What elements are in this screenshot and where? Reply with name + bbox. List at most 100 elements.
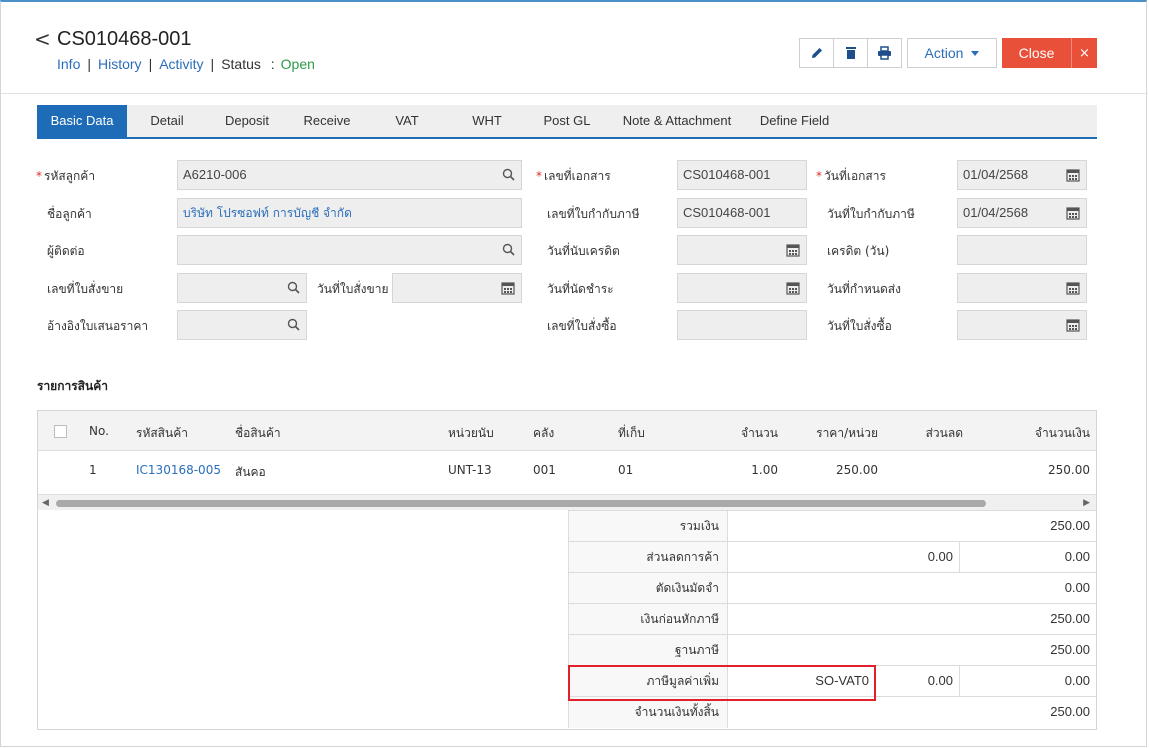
table-row[interactable]: 1 IC130168-005 สันคอ UNT-13 001 01 1.00 … — [38, 451, 1096, 494]
trade-discount-input[interactable]: 0.00 — [728, 542, 960, 573]
scroll-right-arrow-icon[interactable]: ▶ — [1083, 498, 1090, 508]
horizontal-scrollbar[interactable]: ◀ ▶ — [38, 494, 1096, 510]
po-date-field[interactable] — [957, 310, 1087, 340]
row-unit: UNT-13 — [448, 463, 492, 477]
tax-base-value: 250.00 — [1050, 642, 1090, 657]
col-header-price[interactable]: ราคา/หน่วย — [798, 424, 878, 443]
tab-note-attachment[interactable]: Note & Attachment — [612, 105, 742, 137]
trash-icon — [845, 47, 856, 59]
tab-bar: Basic Data Detail Deposit Receive VAT WH… — [37, 105, 1097, 139]
row-item-code-link[interactable]: IC130168-005 — [136, 463, 221, 477]
customer-code-field[interactable]: A6210-006 — [177, 160, 522, 190]
doc-date-value: 01/04/2568 — [963, 167, 1029, 182]
col-header-location[interactable]: ที่เก็บ — [618, 424, 645, 443]
delivery-date-field[interactable] — [957, 273, 1087, 303]
document-window: < CS010468-001 Info | History | Activity | Sta… — [0, 0, 1148, 747]
customer-name-label: ชื่อลูกค้า — [47, 207, 92, 221]
credit-count-date-field[interactable] — [677, 235, 807, 265]
print-button[interactable] — [867, 38, 902, 68]
doc-date-label-text: วันที่เอกสาร — [824, 169, 886, 183]
tab-vat[interactable]: VAT — [367, 105, 447, 137]
calendar-icon[interactable] — [1066, 168, 1080, 182]
quotation-ref-field[interactable] — [177, 310, 307, 340]
tab-basic-data[interactable]: Basic Data — [37, 105, 127, 139]
vat-row-highlight-box — [568, 665, 876, 701]
page-title: CS010468-001 — [57, 28, 192, 50]
doc-no-field[interactable]: CS010468-001 — [677, 160, 807, 190]
close-x-icon[interactable]: × — [1071, 38, 1097, 68]
search-icon[interactable] — [502, 243, 515, 256]
tax-invoice-date-field[interactable]: 01/04/2568 — [957, 198, 1087, 228]
tab-define-field[interactable]: Define Field — [747, 105, 842, 137]
action-dropdown-button[interactable]: Action — [907, 38, 997, 68]
scroll-left-arrow-icon[interactable]: ◀ — [42, 498, 49, 508]
col-header-no[interactable]: No. — [89, 424, 109, 438]
calendar-icon[interactable] — [501, 281, 515, 295]
po-no-field[interactable] — [677, 310, 807, 340]
printer-icon — [878, 46, 891, 60]
tax-invoice-no-field[interactable]: CS010468-001 — [677, 198, 807, 228]
link-separator: | — [148, 56, 153, 72]
contact-label: ผู้ติดต่อ — [47, 244, 85, 258]
header-links: Info | History | Activity | Status : Open — [57, 56, 315, 72]
calendar-icon[interactable] — [1066, 281, 1080, 295]
credit-days-field[interactable] — [957, 235, 1087, 265]
col-header-amount[interactable]: จำนวนเงิน — [998, 424, 1090, 443]
totals-row-before-tax: เงินก่อนหักภาษี 250.00 — [568, 603, 1096, 635]
edit-button[interactable] — [799, 38, 834, 68]
before-tax-value: 250.00 — [1050, 611, 1090, 626]
customer-name-field[interactable]: บริษัท โปรซอฟท์ การบัญชี จำกัด — [177, 198, 522, 228]
tab-receive[interactable]: Receive — [287, 105, 367, 137]
subtotal-value: 250.00 — [1050, 518, 1090, 533]
status-label: Status — [221, 56, 261, 72]
delete-button[interactable] — [833, 38, 868, 68]
totals-row-tax-base: ฐานภาษี 250.00 — [568, 634, 1096, 666]
col-header-discount[interactable]: ส่วนลด — [903, 424, 963, 443]
tab-post-gl[interactable]: Post GL — [527, 105, 607, 137]
totals-row-deposit: ตัดเงินมัดจำ 0.00 — [568, 572, 1096, 604]
calendar-icon[interactable] — [1066, 206, 1080, 220]
due-date-field[interactable] — [677, 273, 807, 303]
activity-link[interactable]: Activity — [159, 56, 203, 72]
search-icon[interactable] — [287, 281, 300, 294]
calendar-icon[interactable] — [786, 281, 800, 295]
po-no-label: เลขที่ใบสั่งซื้อ — [547, 319, 617, 333]
row-item-name: สันคอ — [235, 465, 266, 479]
calendar-icon[interactable] — [786, 243, 800, 257]
so-date-field[interactable] — [392, 273, 522, 303]
deposit-value: 0.00 — [1064, 580, 1090, 595]
so-no-field[interactable] — [177, 273, 307, 303]
po-date-label: วันที่ใบสั่งซื้อ — [827, 319, 892, 333]
so-no-label: เลขที่ใบสั่งขาย — [47, 282, 124, 296]
doc-no-label-text: เลขที่เอกสาร — [544, 169, 611, 183]
status-badge: Open — [280, 56, 315, 72]
delivery-date-label: วันที่กำหนดส่ง — [827, 282, 901, 296]
tab-wht[interactable]: WHT — [447, 105, 527, 137]
back-chevron-icon[interactable]: < — [34, 29, 51, 49]
info-link[interactable]: Info — [57, 56, 80, 72]
contact-field[interactable] — [177, 235, 522, 265]
select-all-checkbox[interactable] — [54, 425, 67, 438]
required-marker: * — [36, 169, 42, 183]
col-header-code[interactable]: รหัสสินค้า — [136, 424, 188, 443]
totals-row-subtotal: รวมเงิน 250.00 — [568, 510, 1096, 542]
doc-date-field[interactable]: 01/04/2568 — [957, 160, 1087, 190]
close-button[interactable]: Close — [1002, 38, 1071, 68]
scrollbar-thumb[interactable] — [56, 500, 986, 507]
doc-no-label: * เลขที่เอกสาร — [536, 167, 611, 186]
items-grid-header: No. รหัสสินค้า ชื่อสินค้า หน่วยนับ คลัง … — [38, 411, 1096, 451]
col-header-qty[interactable]: จำนวน — [718, 424, 778, 443]
tab-deposit[interactable]: Deposit — [207, 105, 287, 137]
row-qty: 1.00 — [751, 463, 778, 477]
calendar-icon[interactable] — [1066, 318, 1080, 332]
search-icon[interactable] — [287, 318, 300, 331]
col-header-warehouse[interactable]: คลัง — [533, 424, 554, 443]
col-header-name[interactable]: ชื่อสินค้า — [235, 424, 281, 443]
required-marker: * — [536, 169, 542, 183]
tab-detail[interactable]: Detail — [127, 105, 207, 137]
col-header-unit[interactable]: หน่วยนับ — [448, 424, 494, 443]
search-icon[interactable] — [502, 168, 515, 181]
quotation-ref-label: อ้างอิงใบเสนอราคา — [47, 319, 149, 333]
history-link[interactable]: History — [98, 56, 142, 72]
doc-date-label: * วันที่เอกสาร — [816, 167, 886, 186]
